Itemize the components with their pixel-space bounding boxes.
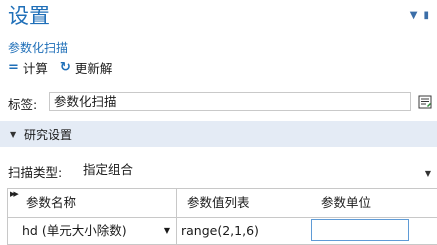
toolbar: = 计算 ↻ 更新解	[8, 58, 124, 76]
header-param-values: 参数值列表	[176, 189, 306, 217]
label-row: 标签: 参数化扫描	[0, 92, 437, 112]
refresh-icon: ↻	[59, 59, 71, 75]
param-name-select[interactable]: hd (单元大小除数) ▼	[8, 217, 176, 245]
sweep-type-row: 扫描类型: 指定组合 ▼	[0, 160, 437, 180]
compute-icon: =	[8, 59, 19, 75]
collapse-arrow-icon: ▼	[10, 129, 17, 139]
parameter-table: ▶▶ 参数名称 参数值列表 参数单位 hd (单元大小除数) ▼ range(2…	[7, 188, 437, 245]
chevron-down-icon: ▼	[424, 169, 431, 178]
pin-icon[interactable]: ▮	[423, 10, 429, 21]
sweep-type-select[interactable]: 指定组合 ▼	[77, 160, 437, 180]
section-study-settings[interactable]: ▼ 研究设置	[0, 121, 437, 147]
param-name-value: hd (单元大小除数)	[22, 223, 127, 238]
sweep-type-label: 扫描类型:	[8, 165, 63, 180]
label-input[interactable]: 参数化扫描	[49, 92, 411, 111]
update-solution-label: 更新解	[74, 60, 113, 76]
table-header-row: ▶▶ 参数名称 参数值列表 参数单位	[8, 189, 437, 218]
sweep-type-value: 指定组合	[83, 162, 134, 177]
node-subtitle: 参数化扫描	[8, 41, 69, 55]
header-param-unit: 参数单位	[321, 195, 372, 210]
page-title: 设置	[8, 4, 50, 28]
param-values-cell[interactable]: range(2,1,6)	[176, 217, 306, 245]
header-param-name: 参数名称	[26, 195, 77, 210]
compute-label: 计算	[22, 60, 48, 76]
section-label: 研究设置	[24, 127, 73, 142]
label-caption: 标签:	[8, 97, 38, 112]
chevron-down-icon: ▼	[163, 226, 170, 235]
window-controls: ▼ ▮	[410, 10, 429, 21]
edit-label-icon[interactable]	[418, 94, 432, 109]
param-unit-input[interactable]	[311, 219, 409, 241]
chevron-down-icon[interactable]: ▼	[410, 10, 418, 21]
update-solution-button[interactable]: ↻ 更新解	[60, 58, 112, 77]
compute-button[interactable]: = 计算	[8, 58, 48, 77]
